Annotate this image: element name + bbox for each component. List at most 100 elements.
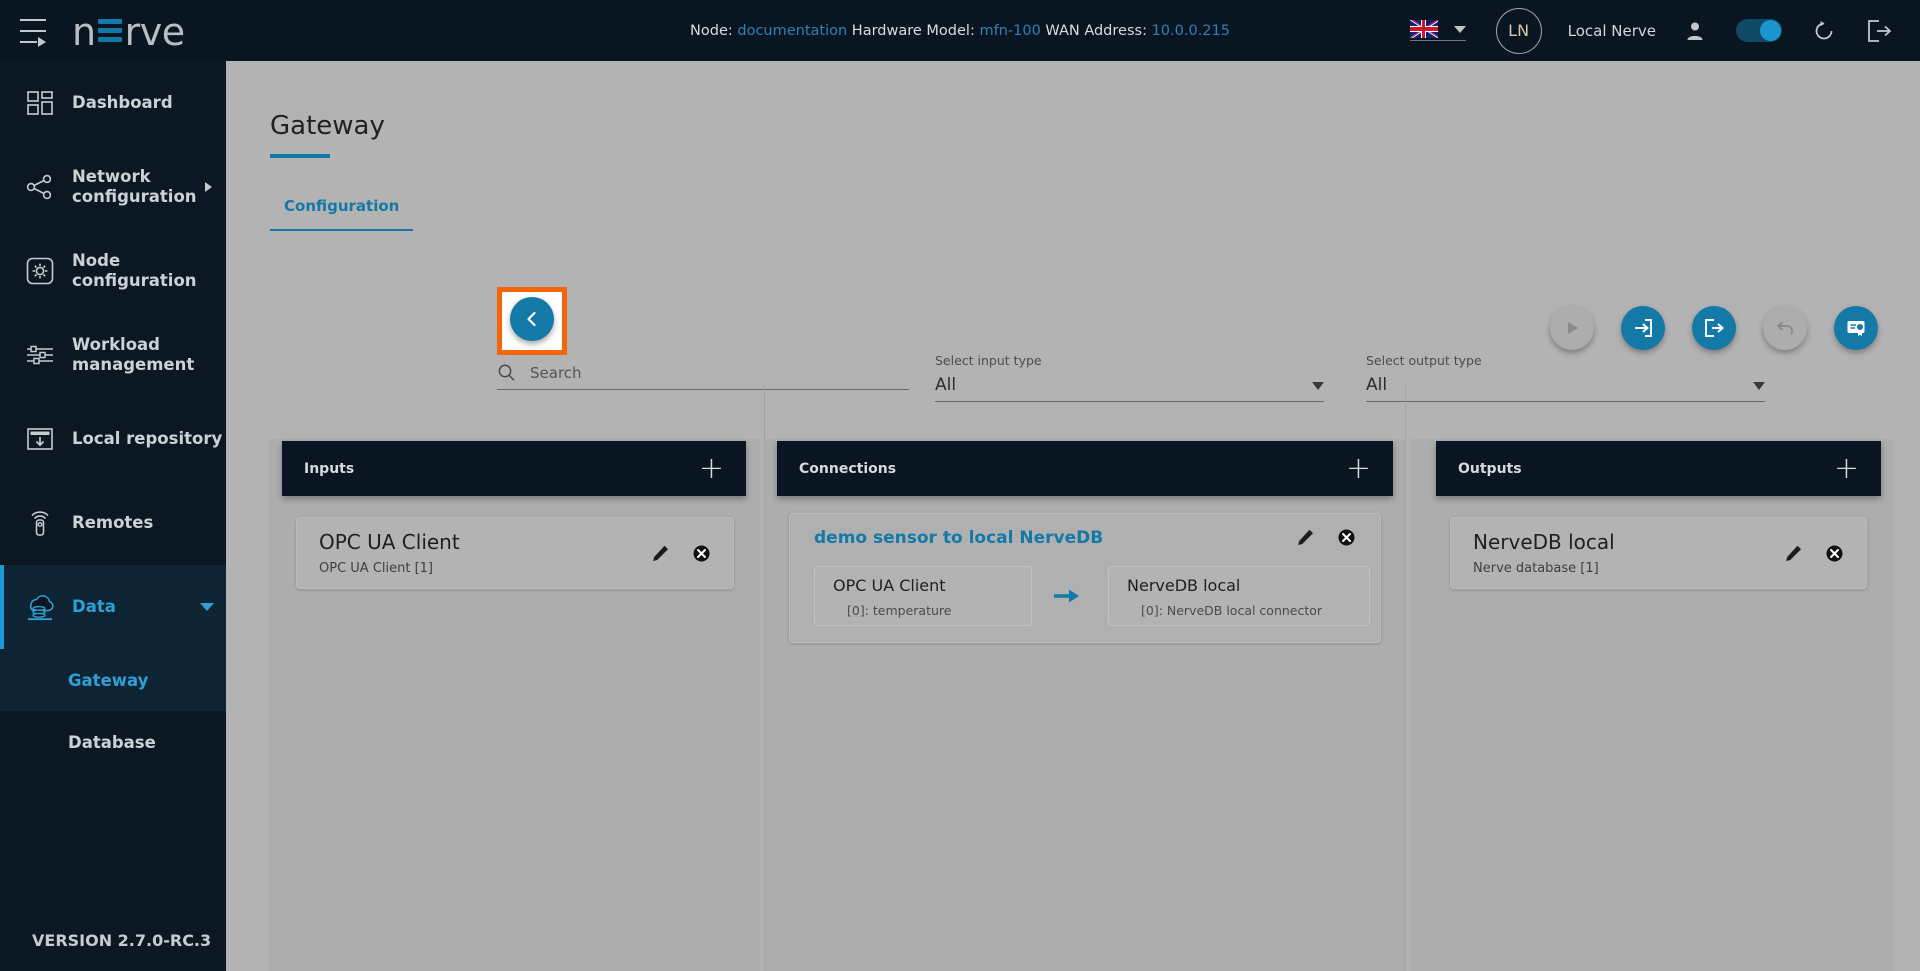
outputs-title: Outputs <box>1458 461 1522 477</box>
back-button[interactable] <box>510 297 554 341</box>
refresh-icon[interactable] <box>1812 19 1836 43</box>
sidebar-subitem-database[interactable]: Database <box>0 711 226 773</box>
tab-bar: Configuration <box>270 191 413 231</box>
node-value[interactable]: documentation <box>737 23 847 39</box>
delete-output-icon[interactable] <box>1825 544 1844 563</box>
import-icon <box>1632 317 1654 339</box>
delete-input-icon[interactable] <box>692 544 711 563</box>
input-card-title: OPC UA Client <box>319 530 460 554</box>
connection-card[interactable]: demo sensor to local NerveDB <box>789 513 1381 643</box>
add-input-button[interactable]: + <box>699 454 724 484</box>
menu-bar-1 <box>20 19 46 21</box>
sidebar-item-remotes[interactable]: Remotes <box>0 481 226 565</box>
connection-arrow-icon <box>1052 586 1082 606</box>
sidebar-item-label: Remotes <box>72 513 153 533</box>
outputs-column: Outputs + NerveDB local Nerve database [… <box>1410 383 1893 971</box>
sidebar-item-local-repository[interactable]: Local repository <box>0 397 226 481</box>
sidebar-subitem-label: Gateway <box>68 671 148 690</box>
sidebar-item-workload-management[interactable]: Workload management <box>0 313 226 397</box>
logout-icon[interactable] <box>1866 19 1892 43</box>
sidebar-item-data[interactable]: Data <box>0 565 226 649</box>
sidebar-item-node-configuration[interactable]: Node configuration <box>0 229 226 313</box>
person-icon[interactable] <box>1684 20 1706 42</box>
avatar[interactable]: LN <box>1496 8 1542 54</box>
edit-input-icon[interactable] <box>651 544 670 563</box>
menu-collapse-icon[interactable] <box>20 19 50 43</box>
tab-configuration[interactable]: Configuration <box>270 191 413 231</box>
sidebar-item-label: Network configuration <box>72 167 226 207</box>
search-icon <box>497 363 516 382</box>
add-connection-button[interactable]: + <box>1346 454 1371 484</box>
sidebar-subitem-label: Database <box>68 733 156 752</box>
input-card-subtitle: OPC UA Client [1] <box>319 561 460 576</box>
network-icon <box>16 172 64 202</box>
wan-label: WAN Address: <box>1045 23 1147 39</box>
connection-source-title: OPC UA Client <box>833 576 946 595</box>
menu-bar-2 <box>20 30 46 32</box>
export-button[interactable] <box>1692 306 1736 350</box>
certificate-icon <box>1845 317 1867 339</box>
dashboard-icon <box>16 88 64 118</box>
inputs-panel-header: Inputs + <box>282 441 746 496</box>
logo-text-left: n <box>72 13 96 51</box>
connection-source-card: OPC UA Client [0]: temperature <box>814 566 1032 626</box>
outputs-panel-header: Outputs + <box>1436 441 1881 496</box>
app-root: n rve Node: documentation Hardware Model… <box>0 0 1920 971</box>
add-output-button[interactable]: + <box>1834 454 1859 484</box>
connection-target-card: NerveDB local [0]: NerveDB local connect… <box>1108 566 1370 626</box>
cloud-database-icon <box>16 592 64 622</box>
undo-button[interactable] <box>1763 306 1807 350</box>
chevron-right-icon <box>205 182 212 192</box>
output-card[interactable]: NerveDB local Nerve database [1] <box>1450 517 1867 589</box>
node-info: Node: documentation Hardware Model: mfn-… <box>690 23 1230 39</box>
inputs-column: Inputs + OPC UA Client OPC UA Client [1] <box>270 383 760 971</box>
inputs-title: Inputs <box>304 461 354 477</box>
username-label: Local Nerve <box>1568 22 1656 40</box>
wan-value: 10.0.0.215 <box>1152 23 1230 39</box>
delete-connection-icon[interactable] <box>1337 528 1356 547</box>
sidebar-subitem-gateway[interactable]: Gateway <box>0 649 226 711</box>
undo-icon <box>1774 317 1796 339</box>
chevron-left-icon <box>523 310 541 328</box>
select-output-type-label: Select output type <box>1366 353 1765 368</box>
main-content: Gateway Configuration Select input type <box>226 61 1920 971</box>
sidebar: Dashboard Network configuration <box>0 61 226 971</box>
edit-output-icon[interactable] <box>1784 544 1803 563</box>
hardware-value: mfn-100 <box>979 23 1040 39</box>
mode-toggle[interactable] <box>1736 19 1782 42</box>
version-label: VERSION 2.7.0-RC.3 <box>0 909 226 971</box>
connection-source-detail: [0]: temperature <box>847 603 951 618</box>
connections-column: Connections + demo sensor to local Nerve… <box>764 383 1406 971</box>
certificate-button[interactable] <box>1834 306 1878 350</box>
avatar-initials: LN <box>1508 21 1529 40</box>
gateway-columns: Inputs + OPC UA Client OPC UA Client [1] <box>226 383 1920 971</box>
remote-control-icon <box>16 508 64 538</box>
sidebar-item-label: Workload management <box>72 335 226 375</box>
sidebar-item-network-configuration[interactable]: Network configuration <box>0 145 226 229</box>
search-input[interactable] <box>530 364 880 382</box>
export-icon <box>1703 317 1725 339</box>
sidebar-item-label: Local repository <box>72 429 222 449</box>
toggle-knob <box>1760 20 1781 41</box>
deploy-button[interactable] <box>1550 306 1594 350</box>
top-bar-right: LN Local Nerve <box>1410 0 1920 61</box>
connection-target-title: NerveDB local <box>1127 576 1240 595</box>
repository-icon <box>16 424 64 454</box>
output-card-subtitle: Nerve database [1] <box>1473 561 1615 576</box>
language-selector[interactable] <box>1410 20 1466 41</box>
top-bar: n rve Node: documentation Hardware Model… <box>0 0 1920 61</box>
sidebar-item-dashboard[interactable]: Dashboard <box>0 61 226 145</box>
page-title: Gateway <box>270 111 385 141</box>
select-input-type-label: Select input type <box>935 353 1324 368</box>
input-card[interactable]: OPC UA Client OPC UA Client [1] <box>296 517 734 589</box>
connections-title: Connections <box>799 461 896 477</box>
sliders-icon <box>16 340 64 370</box>
sidebar-item-label: Data <box>72 597 116 617</box>
edit-connection-icon[interactable] <box>1296 528 1315 547</box>
output-card-title: NerveDB local <box>1473 530 1615 554</box>
hardware-label: Hardware Model: <box>852 23 975 39</box>
nerve-logo[interactable]: n rve <box>72 11 185 51</box>
connections-panel-header: Connections + <box>777 441 1393 496</box>
import-button[interactable] <box>1621 306 1665 350</box>
logo-e-glyph-icon <box>98 19 122 42</box>
